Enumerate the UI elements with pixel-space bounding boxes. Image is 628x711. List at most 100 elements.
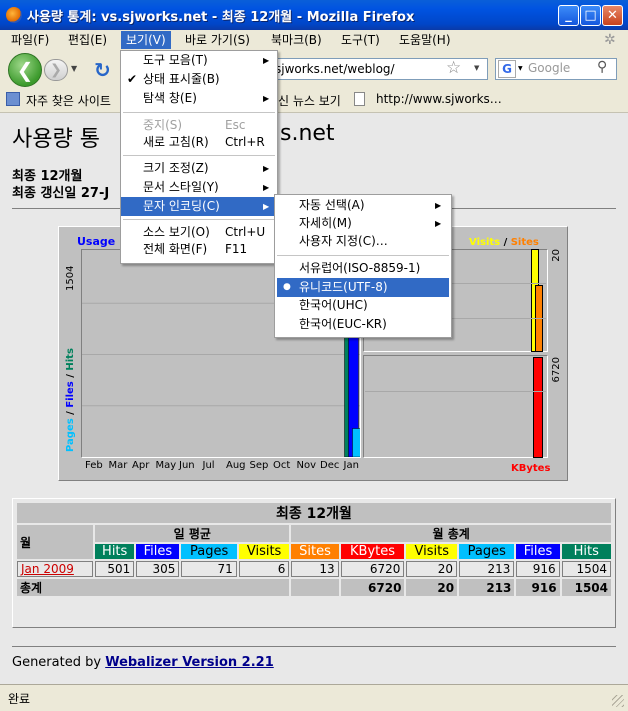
total-cell: 20 — [406, 579, 458, 596]
legend-separator: / — [500, 237, 511, 248]
bookmark-folder-icon — [6, 92, 20, 106]
right-bottom-max: 6720 — [551, 357, 562, 383]
shortcut-label: Ctrl+R — [225, 135, 265, 149]
footer-divider — [12, 646, 616, 647]
menu-item-auto-detect[interactable]: 자동 선택(A) ▶ — [275, 196, 451, 215]
pages-legend: Pages — [65, 418, 76, 452]
search-input[interactable]: G ▼ Google ⚲ — [495, 58, 617, 80]
menu-item-encoding[interactable]: 문자 인코딩(C) ▶ — [121, 197, 277, 216]
menu-help[interactable]: 도움말(H) — [394, 31, 456, 49]
menu-item-zoom[interactable]: 크기 조정(Z) ▶ — [121, 159, 277, 178]
month-tick-label: Dec — [320, 460, 340, 471]
month-tick-label: Jun — [179, 460, 195, 471]
menu-item-korean-euckr[interactable]: 한국어(EUC-KR) — [275, 315, 451, 334]
google-engine-icon[interactable]: G — [498, 60, 516, 78]
bar-pages-jan — [352, 428, 360, 457]
engine-dropdown-icon[interactable]: ▼ — [518, 65, 523, 72]
left-axis-legend: Pages / Files / Hits — [65, 337, 79, 452]
menu-item-status-bar[interactable]: ✔ 상태 표시줄(B) — [121, 70, 277, 89]
menu-item-label: 문서 스타일(Y) — [143, 180, 219, 194]
radio-dot-icon: ● — [283, 282, 291, 292]
window-title: 사용량 통계: vs.sjworks.net - 최종 12개월 - Mozil… — [27, 10, 415, 25]
submenu-arrow-icon: ▶ — [263, 164, 270, 173]
month-link[interactable]: Jan 2009 — [21, 562, 74, 576]
table-cell: 501 — [95, 561, 135, 577]
status-text: 완료 — [8, 692, 31, 706]
menu-item-label: 새로 고침(R) — [143, 135, 209, 149]
menu-tools[interactable]: 도구(T) — [336, 31, 385, 49]
menu-file[interactable]: 파일(F) — [6, 31, 54, 49]
menu-item-customize[interactable]: 사용자 지정(C)… — [275, 232, 451, 251]
menu-edit[interactable]: 편집(E) — [63, 31, 112, 49]
submenu-arrow-icon: ▶ — [435, 201, 442, 210]
url-dropdown-icon[interactable]: ▼ — [474, 64, 479, 72]
resize-grip-icon[interactable] — [612, 695, 624, 707]
menu-item-western[interactable]: 서유럽어(ISO-8859-1) — [275, 259, 451, 278]
column-header-pages: Pages — [181, 544, 237, 559]
column-header-visits: Visits — [238, 544, 290, 559]
month-axis: Feb Mar Apr May Jun Jul Aug Sep Oct Nov Dec Jan — [81, 458, 361, 474]
submenu-arrow-icon: ▶ — [435, 219, 442, 228]
history-dropdown-icon[interactable]: ▼ — [71, 64, 77, 73]
reload-icon[interactable]: ↻ — [94, 58, 111, 82]
column-header-files: Files — [136, 544, 180, 559]
menu-item-toolbars[interactable]: 도구 모음(T) ▶ — [121, 51, 277, 70]
menu-separator — [123, 155, 275, 156]
menu-item-label: 자동 선택(A) — [299, 198, 365, 212]
menu-item-label: 문자 인코딩(C) — [143, 199, 220, 213]
page-heading-right: s.net — [280, 121, 335, 146]
back-button[interactable]: ❮ — [8, 53, 42, 87]
menu-item-page-style[interactable]: 문서 스타일(Y) ▶ — [121, 178, 277, 197]
visits-plot-area — [363, 355, 548, 458]
table-cell: 6720 — [340, 561, 405, 577]
menu-go[interactable]: 바로 가기(S) — [180, 31, 255, 49]
table-cell: 71 — [181, 561, 237, 577]
column-header-sites: Sites — [291, 544, 339, 559]
menu-item-reload[interactable]: 새로 고침(R) Ctrl+R — [121, 133, 277, 152]
usage-label: Usage — [77, 235, 116, 248]
bookmark-latest-news[interactable]: 신 뉴스 보기 — [278, 92, 341, 109]
files-legend: Files — [65, 381, 76, 408]
table-cell: 20 — [406, 561, 458, 577]
menu-item-sidebar[interactable]: 탐색 창(E) ▶ — [121, 89, 277, 108]
bookmark-frequent[interactable]: 자주 찾은 사이트 — [26, 92, 111, 109]
kbytes-legend: KBytes — [511, 463, 551, 474]
menu-item-label: 한국어(UHC) — [299, 298, 368, 312]
table-cell: 13 — [291, 561, 339, 577]
menu-item-utf8[interactable]: ● 유니코드(UTF-8) — [277, 278, 449, 297]
menu-view[interactable]: 보기(V) — [121, 31, 171, 49]
webalizer-link[interactable]: Webalizer Version 2.21 — [105, 655, 274, 670]
legend-separator: / — [65, 370, 76, 382]
bookmark-star-icon[interactable]: ☆ — [446, 58, 461, 78]
forward-button[interactable]: ❯ — [44, 59, 68, 81]
table-row: Jan 2009 501 305 71 6 13 6720 20 213 916 1504 — [17, 561, 611, 577]
month-tick-label: Sep — [249, 460, 269, 471]
menu-item-more-encodings[interactable]: 자세히(M) ▶ — [275, 214, 451, 233]
column-header-hits: Hits — [95, 544, 135, 559]
search-go-icon[interactable]: ⚲ — [597, 59, 607, 75]
bookmark-link[interactable]: http://www.sjworks… — [376, 92, 502, 106]
total-cell: 1504 — [561, 579, 611, 596]
checkmark-icon: ✔ — [127, 72, 138, 86]
menu-item-korean-uhc[interactable]: 한국어(UHC) — [275, 296, 451, 315]
column-header-hits: Hits — [561, 544, 611, 559]
table-cell: 916 — [516, 561, 560, 577]
hits-legend: Hits — [65, 348, 76, 371]
menu-bookmarks[interactable]: 북마크(B) — [266, 31, 327, 49]
maximize-button[interactable]: □ — [580, 5, 601, 26]
total-cell: 916 — [516, 579, 560, 596]
updated-label: 최종 갱신일 27-J — [12, 186, 110, 201]
month-tick-label: Oct — [273, 460, 291, 471]
minimize-button[interactable]: _ — [558, 5, 579, 26]
gridline — [365, 391, 546, 392]
menu-item-label: 서유럽어(ISO-8859-1) — [299, 261, 421, 275]
right-top-max: 20 — [551, 249, 562, 262]
visits-legend: Visits — [469, 237, 501, 248]
view-menu: 도구 모음(T) ▶ ✔ 상태 표시줄(B) 탐색 창(E) ▶ 중지(S) Esc 새… — [120, 50, 278, 264]
close-button[interactable]: ✕ — [602, 5, 623, 26]
total-cell: 213 — [459, 579, 515, 596]
table-title: 최종 12개월 — [17, 503, 611, 523]
menu-item-fullscreen[interactable]: 전체 화면(F) F11 — [121, 240, 277, 259]
menu-item-label: 크기 조정(Z) — [143, 161, 209, 175]
stats-table-frame: 최종 12개월 월 일 평균 월 총계 Hits Files Pages Visits… — [12, 498, 616, 628]
